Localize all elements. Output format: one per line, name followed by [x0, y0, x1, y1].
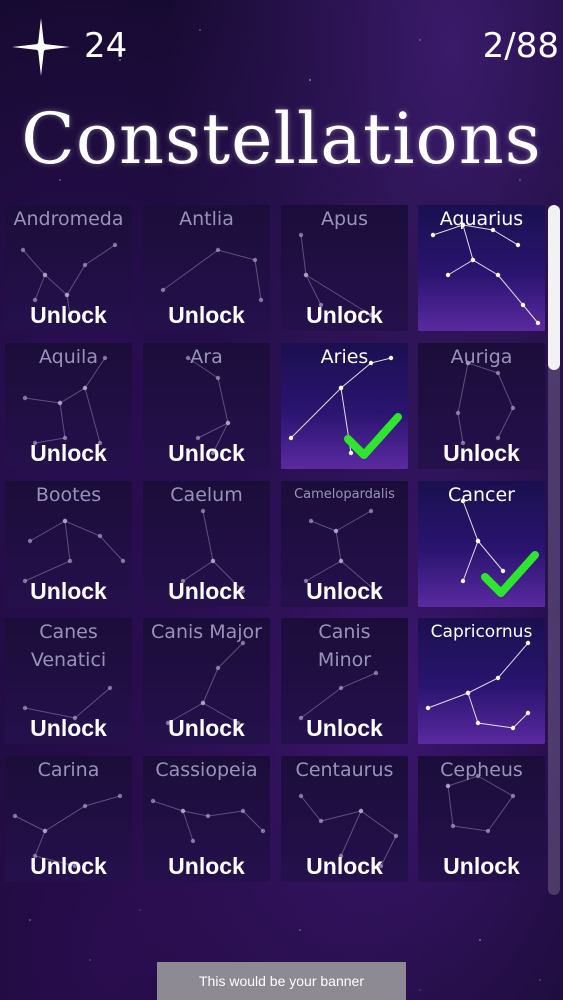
constellation-tile-canes-venatici[interactable]: Canes Venatici Unlock [5, 618, 132, 744]
unlock-button[interactable]: Unlock [143, 302, 270, 329]
constellation-name: Cepheus [440, 759, 523, 781]
scrollbar[interactable] [548, 205, 560, 895]
constellation-name: Centaurus [295, 759, 394, 781]
unlock-button[interactable]: Unlock [5, 853, 132, 880]
constellation-tile-aquarius[interactable]: Aquarius [418, 205, 545, 331]
ad-banner[interactable]: This would be your banner [157, 962, 406, 1000]
constellation-name: Carina [37, 759, 100, 781]
constellation-tile-auriga[interactable]: Auriga Unlock [418, 343, 545, 469]
constellation-name: Cancer [448, 484, 515, 506]
constellation-tile-antlia[interactable]: Antlia Unlock [143, 205, 270, 331]
constellation-tile-ara[interactable]: Ara Unlock [143, 343, 270, 469]
constellation-name: Ara [190, 346, 223, 368]
constellation-tile-capricornus[interactable]: Capricornus [418, 618, 545, 744]
constellation-tile-camelopardalis[interactable]: Camelopardalis Unlock [281, 481, 408, 607]
unlock-button[interactable]: Unlock [5, 715, 132, 742]
constellation-name: Canes Venatici [30, 621, 107, 671]
constellation-name: Caelum [170, 484, 243, 506]
constellation-tile-canis-minor[interactable]: Canis Minor Unlock [281, 618, 408, 744]
constellation-name: Capricornus [430, 622, 533, 642]
constellation-name: Aries [320, 346, 369, 368]
star-count: 24 [84, 26, 128, 66]
constellation-tile-caelum[interactable]: Caelum Unlock [143, 481, 270, 607]
constellation-tile-andromeda[interactable]: Andromeda Unlock [5, 205, 132, 331]
unlock-button[interactable]: Unlock [281, 715, 408, 742]
unlock-button[interactable]: Unlock [143, 578, 270, 605]
top-bar: 24 2/88 [0, 0, 563, 95]
constellation-name: Camelopardalis [294, 487, 395, 502]
progress-counter: 2/88 [482, 26, 559, 66]
constellation-tile-apus[interactable]: Apus Unlock [281, 205, 408, 331]
constellation-name: Auriga [450, 346, 513, 368]
constellation-name: Canis Minor [317, 621, 372, 671]
unlock-button[interactable]: Unlock [418, 853, 545, 880]
constellation-name: Cassiopeia [155, 759, 258, 781]
constellation-tile-canis-major[interactable]: Canis Major Unlock [143, 618, 270, 744]
unlock-button[interactable]: Unlock [5, 578, 132, 605]
unlock-button[interactable]: Unlock [281, 302, 408, 329]
unlock-button[interactable]: Unlock [281, 578, 408, 605]
constellation-tile-centaurus[interactable]: Centaurus Unlock [281, 756, 408, 882]
constellation-tile-aquila[interactable]: Aquila Unlock [5, 343, 132, 469]
unlock-button[interactable]: Unlock [5, 302, 132, 329]
unlock-button[interactable]: Unlock [143, 853, 270, 880]
unlock-button[interactable]: Unlock [418, 440, 545, 467]
constellation-name: Canis Major [151, 621, 262, 643]
constellation-tile-cassiopeia[interactable]: Cassiopeia Unlock [143, 756, 270, 882]
checkmark-icon [344, 413, 402, 459]
constellation-name: Antlia [179, 208, 234, 230]
unlock-button[interactable]: Unlock [143, 440, 270, 467]
checkmark-icon [481, 551, 539, 597]
unlock-button[interactable]: Unlock [5, 440, 132, 467]
constellation-tile-carina[interactable]: Carina Unlock [5, 756, 132, 882]
constellation-name: Aquarius [439, 208, 524, 230]
scrollbar-thumb[interactable] [548, 205, 560, 370]
page-title: Constellations [21, 98, 542, 180]
constellation-name: Aquila [39, 346, 98, 368]
four-point-star-icon [12, 18, 70, 76]
constellation-tile-bootes[interactable]: Bootes Unlock [5, 481, 132, 607]
constellation-name: Bootes [35, 484, 102, 506]
constellation-name: Andromeda [13, 208, 124, 230]
constellation-tile-cancer[interactable]: Cancer [418, 481, 545, 607]
constellation-name: Apus [321, 208, 368, 230]
constellation-tile-cepheus[interactable]: Cepheus Unlock [418, 756, 545, 882]
unlock-button[interactable]: Unlock [281, 853, 408, 880]
unlock-button[interactable]: Unlock [143, 715, 270, 742]
constellation-grid: Andromeda Unlock Antlia Unlock Apus Unlock Aqu… [5, 205, 545, 895]
constellation-tile-aries[interactable]: Aries [281, 343, 408, 469]
